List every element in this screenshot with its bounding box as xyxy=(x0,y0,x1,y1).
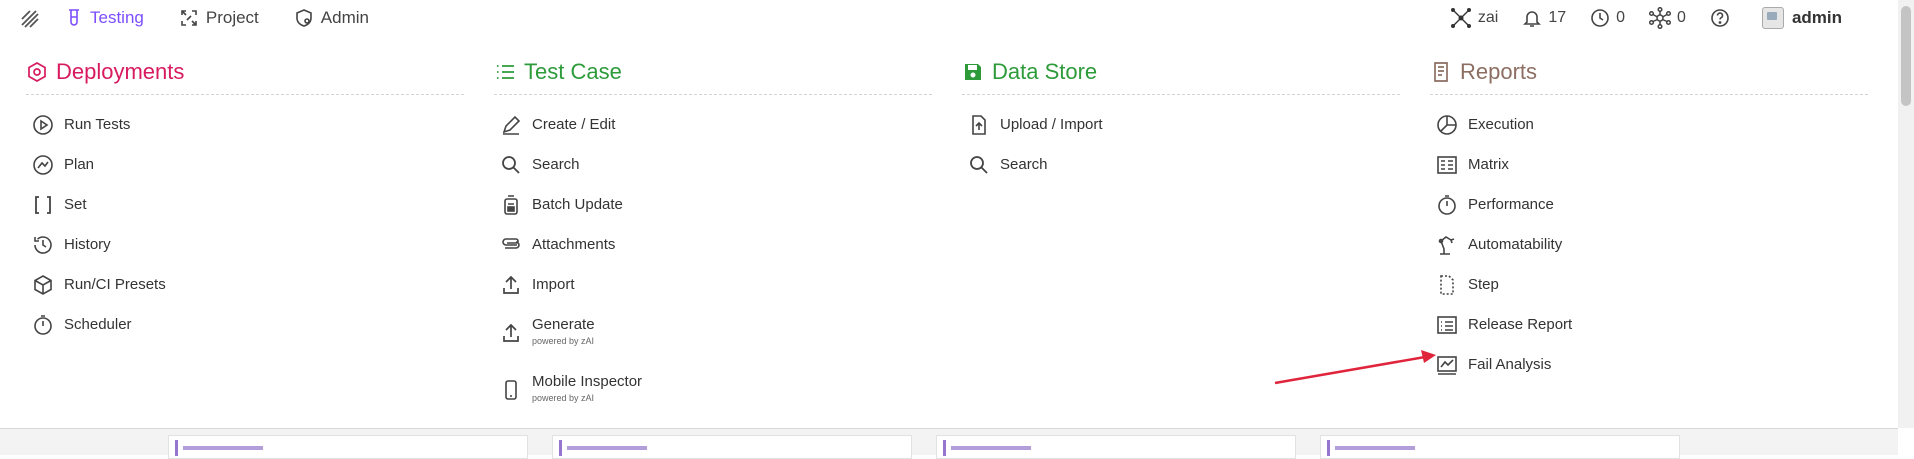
vertical-scrollbar[interactable] xyxy=(1898,0,1914,428)
background-page xyxy=(0,428,1898,459)
background-card xyxy=(936,435,1296,459)
background-card xyxy=(168,435,528,459)
background-card xyxy=(552,435,912,459)
scrollbar-thumb[interactable] xyxy=(1901,6,1911,106)
annotation-arrow xyxy=(1274,350,1436,385)
background-card xyxy=(1320,435,1680,459)
